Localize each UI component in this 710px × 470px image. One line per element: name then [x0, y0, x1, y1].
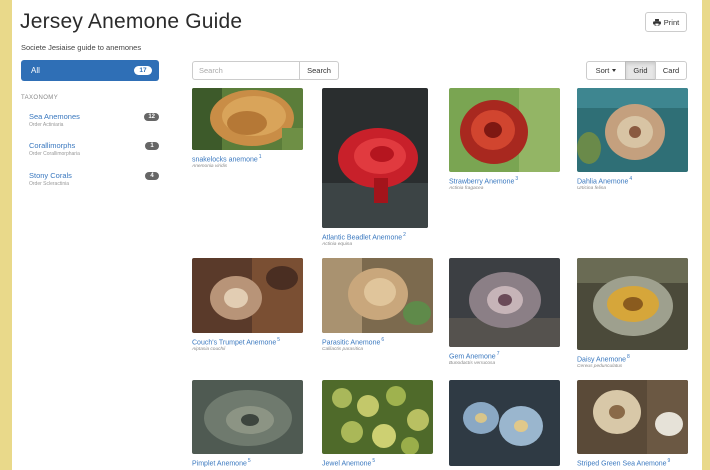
species-number: 4 [629, 176, 633, 182]
sidebar-item-label: Stony Corals [29, 171, 72, 180]
species-number: 2 [403, 232, 406, 238]
species-number: 6 [381, 337, 385, 343]
count-badge: 1 [145, 142, 159, 150]
gallery-card[interactable]: Striped Green Sea Anemone9 [577, 380, 688, 467]
species-name[interactable]: Striped Green Sea Anemone [577, 460, 667, 467]
anemone-photo[interactable] [577, 258, 688, 350]
gallery-card[interactable]: Parasitic Anemone6 Calliactis parasitica [322, 258, 433, 352]
anemone-photo[interactable] [449, 88, 560, 172]
scientific-name: Calliactis parasitica [322, 347, 364, 353]
species-number: 3 [515, 176, 519, 182]
print-button[interactable]: Print [645, 12, 687, 32]
scientific-name: Aiptasia couchii [192, 347, 226, 353]
gallery-card[interactable] [449, 380, 560, 466]
anemone-photo[interactable] [192, 88, 303, 150]
scientific-name: Urticina felina [577, 186, 607, 192]
sidebar-item-all[interactable]: All 17 [21, 60, 159, 81]
search-input[interactable] [192, 61, 300, 80]
species-number: 1 [258, 154, 262, 160]
species-name[interactable]: Atlantic Beadlet Anemone [322, 234, 402, 241]
gallery-card[interactable]: Dahlia Anemone4 Urticina felina [577, 88, 688, 191]
anemone-photo[interactable] [577, 88, 688, 172]
page-title: Jersey Anemone Guide [20, 10, 243, 33]
sidebar-item-order: Order Scleractinia [29, 181, 70, 187]
taxonomy-heading: TAXONOMY [21, 95, 59, 101]
count-badge: 12 [144, 113, 159, 121]
caret-down-icon [612, 69, 617, 72]
sidebar-item-order: Order Corallimorpharia [29, 151, 80, 157]
sidebar-item-corallimorphs[interactable]: Corallimorphs Order Corallimorpharia 1 [29, 141, 159, 165]
gallery-card[interactable]: Daisy Anemone8 Cereus pedunculatus [577, 258, 688, 369]
printer-icon [652, 18, 661, 26]
anemone-photo[interactable] [322, 88, 428, 228]
species-name[interactable]: Dahlia Anemone [577, 178, 628, 185]
scientific-name: Bunodactis verrucosa [449, 361, 496, 367]
gallery-card[interactable]: snakelocks anemone1 Anemonia viridis [192, 88, 303, 169]
species-name[interactable]: Gem Anemone [449, 353, 496, 360]
scientific-name: Anemonia viridis [192, 164, 228, 170]
card-view-button[interactable]: Card [655, 61, 687, 80]
species-name[interactable]: Parasitic Anemone [322, 339, 380, 346]
sidebar-item-all-label: All [31, 66, 40, 75]
gallery-card[interactable]: Pimplet Anemone5 [192, 380, 303, 467]
species-number: 8 [627, 354, 630, 360]
species-number: 5 [277, 337, 280, 343]
species-name[interactable]: Couch's Trumpet Anemone [192, 339, 276, 346]
sidebar-item-stony-corals[interactable]: Stony Corals Order Scleractinia 4 [29, 171, 159, 195]
species-name[interactable]: Pimplet Anemone [192, 460, 247, 467]
sidebar-item-order: Order Actiniaria [29, 122, 64, 128]
gallery-card[interactable]: Jewel Anemone5 [322, 380, 433, 467]
species-name[interactable]: snakelocks anemone [192, 156, 258, 163]
anemone-photo[interactable] [322, 258, 433, 333]
sidebar-item-sea-anemones[interactable]: Sea Anemones Order Actiniaria 12 [29, 112, 159, 136]
page-subtitle: Societe Jesiaise guide to anemones [21, 43, 142, 52]
sidebar-item-label: Corallimorphs [29, 141, 76, 150]
page: Jersey Anemone Guide Societe Jesiaise gu… [12, 0, 702, 470]
gallery-card[interactable]: Couch's Trumpet Anemone5 Aiptasia couchi… [192, 258, 303, 352]
anemone-photo[interactable] [322, 380, 433, 454]
anemone-photo[interactable] [449, 258, 560, 347]
count-badge: 4 [145, 172, 159, 180]
scientific-name: Actinia fragacea [449, 186, 484, 192]
sort-label: Sort [595, 66, 610, 75]
species-number: 5 [372, 458, 376, 464]
species-name[interactable]: Jewel Anemone [322, 460, 371, 467]
sidebar-item-label: Sea Anemones [29, 112, 80, 121]
species-name[interactable]: Strawberry Anemone [449, 178, 514, 185]
species-number: 9 [667, 458, 671, 464]
species-number: 5 [247, 458, 251, 464]
gallery-card[interactable]: Strawberry Anemone3 Actinia fragacea [449, 88, 560, 191]
grid-view-button[interactable]: Grid [625, 61, 656, 80]
count-badge: 17 [134, 66, 152, 75]
anemone-photo[interactable] [192, 258, 303, 333]
species-number: 7 [496, 351, 500, 357]
anemone-photo[interactable] [192, 380, 303, 454]
search-button[interactable]: Search [299, 61, 339, 80]
print-label: Print [663, 17, 680, 27]
anemone-photo[interactable] [449, 380, 560, 466]
anemone-photo[interactable] [577, 380, 688, 454]
species-name[interactable]: Daisy Anemone [577, 356, 626, 363]
scientific-name: Cereus pedunculatus [577, 364, 623, 370]
gallery-card[interactable]: Atlantic Beadlet Anemone2 Actinia equina [322, 88, 428, 247]
gallery-card[interactable]: Gem Anemone7 Bunodactis verrucosa [449, 258, 560, 366]
scientific-name: Actinia equina [322, 242, 353, 248]
sort-dropdown[interactable]: Sort [586, 61, 626, 80]
